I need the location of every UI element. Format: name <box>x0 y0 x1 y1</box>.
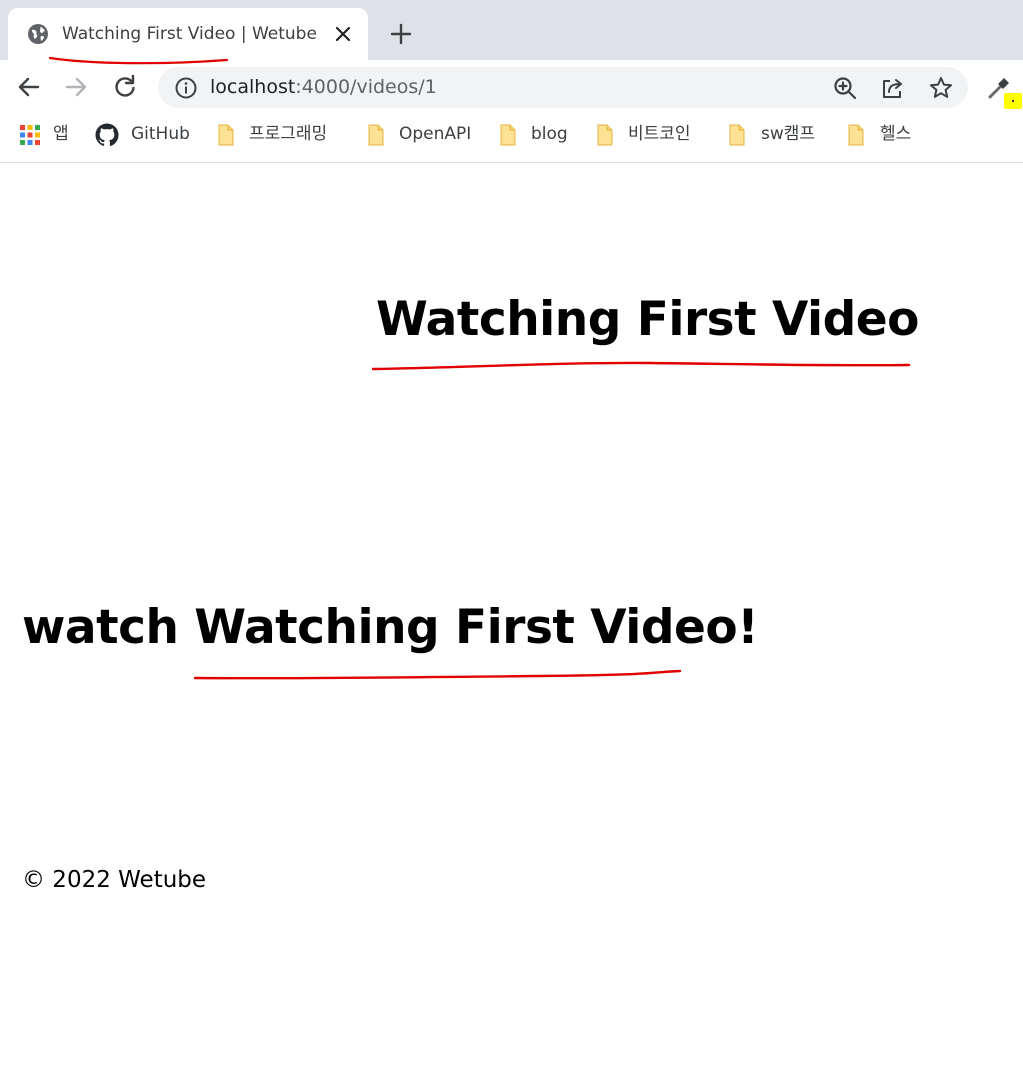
forward-arrow-icon[interactable] <box>62 73 90 101</box>
globe-icon <box>28 24 48 44</box>
bookmark-label: sw캠프 <box>761 124 816 144</box>
plus-icon[interactable] <box>388 21 414 47</box>
url-path: :4000/videos/1 <box>295 76 437 98</box>
reload-icon[interactable] <box>111 73 139 101</box>
watch-heading: watch Watching First Video! <box>22 599 759 657</box>
folder-icon <box>500 124 516 146</box>
folder-icon <box>729 124 745 146</box>
info-icon[interactable] <box>174 76 198 100</box>
bookmark-apps[interactable]: 앱 <box>19 115 79 155</box>
bookmark-label: blog <box>531 124 568 144</box>
browser-toolbar: localhost:4000/videos/1 <box>0 60 1023 115</box>
address-bar[interactable]: localhost:4000/videos/1 <box>158 67 968 108</box>
eyedropper-icon[interactable] <box>986 73 1022 109</box>
bookmark-label: 프로그래밍 <box>249 124 328 144</box>
page-content: Watching First Video watch Watching Firs… <box>0 163 1023 1080</box>
bookmark-github[interactable]: GitHub <box>95 115 195 155</box>
bookmark-folder[interactable]: sw캠프 <box>727 115 827 155</box>
bookmark-folder[interactable]: 헬스 <box>846 115 926 155</box>
folder-icon <box>848 124 864 146</box>
bookmark-folder[interactable]: blog <box>498 115 573 155</box>
address-url[interactable]: localhost:4000/videos/1 <box>210 75 437 100</box>
share-icon[interactable] <box>880 75 906 101</box>
bookmark-folder[interactable]: OpenAPI <box>366 115 476 155</box>
folder-icon <box>218 124 234 146</box>
tab-strip: Watching First Video | Wetube <box>0 0 1023 60</box>
browser-tab[interactable]: Watching First Video | Wetube <box>8 8 368 60</box>
tab-title: Watching First Video | Wetube <box>62 24 317 44</box>
page-footer: © 2022 Wetube <box>22 867 207 893</box>
watch-video-title: Watching First Video <box>194 600 738 655</box>
zoom-icon[interactable] <box>832 75 858 101</box>
watch-suffix: ! <box>737 600 759 655</box>
bookmark-folder[interactable]: 비트코인 <box>595 115 705 155</box>
bookmark-label: 비트코인 <box>628 124 691 144</box>
url-host: localhost <box>210 76 296 98</box>
bookmark-label: GitHub <box>131 124 190 144</box>
page-title: Watching First Video <box>376 292 919 347</box>
bookmark-label: 헬스 <box>880 124 912 144</box>
star-icon[interactable] <box>928 75 954 101</box>
bookmark-folder[interactable]: 프로그래밍 <box>216 115 346 155</box>
back-arrow-icon[interactable] <box>15 73 43 101</box>
bookmark-label: OpenAPI <box>399 124 472 144</box>
bookmarks-bar: 앱 GitHub 프로그래밍 OpenAPI blog 비트코인 sw캠프 헬스 <box>0 115 1023 163</box>
watch-prefix: watch <box>22 600 195 655</box>
close-icon[interactable] <box>332 23 354 45</box>
apps-grid-icon <box>20 125 40 145</box>
folder-icon <box>597 124 613 146</box>
bookmark-label: 앱 <box>53 124 69 144</box>
github-icon <box>95 123 119 147</box>
folder-icon <box>368 124 384 146</box>
